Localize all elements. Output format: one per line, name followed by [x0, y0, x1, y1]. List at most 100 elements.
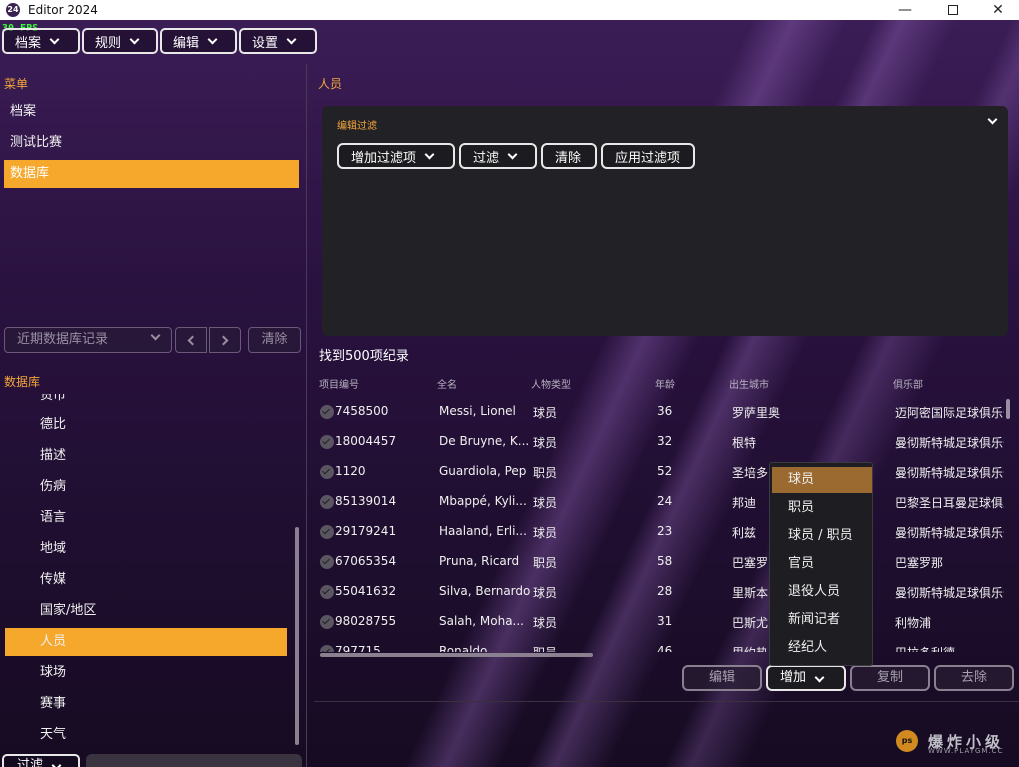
dropdown-item-player-staff[interactable]: 球员 / 职员: [772, 523, 872, 549]
cell-type: 职员: [533, 556, 558, 570]
table-row[interactable]: 67065354 Pruna, Ricard 职员 58 巴塞罗 巴塞罗那: [314, 546, 1004, 576]
db-item-language[interactable]: 语言: [5, 504, 287, 532]
column-header-birth-city[interactable]: 出生城市: [729, 376, 769, 391]
dropdown-item-player[interactable]: 球员: [772, 467, 872, 493]
db-item-weather[interactable]: 天气: [5, 721, 287, 749]
add-filter-label: 增加过滤项: [351, 150, 417, 166]
db-item-competition[interactable]: 赛事: [5, 690, 287, 718]
check-icon: [320, 585, 334, 599]
db-item-derby[interactable]: 德比: [5, 411, 287, 439]
history-back-button[interactable]: [175, 327, 207, 353]
menu-item-test-match[interactable]: 测试比赛: [4, 129, 299, 157]
db-item-region[interactable]: 地域: [5, 535, 287, 563]
cell-name: Messi, Lionel: [439, 404, 516, 418]
maximize-button[interactable]: [930, 0, 976, 20]
menu-section-label: 菜单: [4, 77, 29, 91]
check-icon: [320, 435, 334, 449]
top-menu-edit-label: 编辑: [173, 35, 200, 51]
db-item-currency[interactable]: 货币: [5, 394, 287, 410]
column-header-type[interactable]: 人物类型: [531, 376, 571, 391]
chevron-down-icon: [424, 149, 435, 159]
cell-club: 巴拉多利德: [895, 644, 1004, 652]
table-row[interactable]: 7458500 Messi, Lionel 球员 36 罗萨里奥 迈阿密国际足球…: [314, 396, 1004, 426]
check-icon: [320, 495, 334, 509]
cell-type: 球员: [533, 496, 558, 510]
people-table: 7458500 Messi, Lionel 球员 36 罗萨里奥 迈阿密国际足球…: [314, 396, 1004, 652]
menu-item-file[interactable]: 档案: [4, 98, 299, 126]
history-forward-button[interactable]: [209, 327, 241, 353]
bottom-filter-label: 过滤: [17, 758, 44, 767]
add-type-dropdown: 球员 职员 球员 / 职员 官员 退役人员 新闻记者 经纪人: [769, 462, 873, 666]
dropdown-item-journalist[interactable]: 新闻记者: [772, 607, 872, 633]
db-item-stadium[interactable]: 球场: [5, 659, 287, 687]
clear-recent-button[interactable]: 清除: [248, 327, 301, 353]
recent-database-select[interactable]: 近期数据库记录: [4, 327, 172, 353]
add-button[interactable]: 增加: [766, 665, 846, 691]
column-header-name[interactable]: 全名: [437, 376, 457, 391]
dropdown-item-staff[interactable]: 职员: [772, 495, 872, 521]
filter-label: 过滤: [473, 150, 500, 166]
table-row[interactable]: 797715 Ronaldo 职员 46 里约热 巴拉多利德: [314, 636, 1004, 652]
delete-button[interactable]: 去除: [934, 665, 1014, 691]
top-menu-settings[interactable]: 设置: [239, 28, 317, 54]
table-vertical-scrollbar[interactable]: [1006, 399, 1010, 419]
column-header-age[interactable]: 年龄: [655, 376, 675, 391]
top-menu-edit[interactable]: 编辑: [160, 28, 237, 54]
db-item-injury[interactable]: 伤病: [5, 473, 287, 501]
cell-club: 曼彻斯特城足球俱乐部: [895, 466, 1004, 480]
top-menu-file[interactable]: 档案: [2, 28, 80, 54]
copy-button[interactable]: 复制: [850, 665, 930, 691]
page-title: 人员: [318, 77, 343, 91]
edit-button[interactable]: 编辑: [682, 665, 762, 691]
table-row[interactable]: 1120 Guardiola, Pep 职员 52 圣培多 曼彻斯特城足球俱乐部: [314, 456, 1004, 486]
dropdown-item-retired[interactable]: 退役人员: [772, 579, 872, 605]
collapse-chevron-icon[interactable]: [987, 114, 998, 125]
cell-id: 1120: [335, 464, 366, 478]
database-list-scrollbar[interactable]: [295, 527, 299, 745]
filter-button[interactable]: 过滤: [459, 143, 537, 169]
cell-name: Salah, Moha...: [439, 614, 524, 628]
clear-filter-button[interactable]: 清除: [541, 143, 597, 169]
cell-club: 曼彻斯特城足球俱乐部: [895, 526, 1004, 540]
cell-age: 31: [657, 614, 673, 628]
dropdown-item-official[interactable]: 官员: [772, 551, 872, 577]
table-row[interactable]: 29179241 Haaland, Erli... 球员 23 利兹 曼彻斯特城…: [314, 516, 1004, 546]
chevron-down-icon: [129, 34, 140, 44]
table-horizontal-scrollbar[interactable]: [320, 653, 593, 657]
chevron-down-icon: [286, 34, 297, 44]
column-header-id[interactable]: 项目编号: [319, 376, 359, 391]
cell-club: 利物浦: [895, 616, 932, 630]
minimize-button[interactable]: —: [882, 0, 928, 20]
chevron-down-icon: [507, 149, 518, 159]
top-menu-rules-label: 规则: [95, 35, 122, 51]
cell-age: 46: [657, 644, 673, 652]
cell-age: 58: [657, 554, 673, 568]
bottom-filter-button[interactable]: 过滤: [2, 754, 80, 767]
watermark-logo-icon: ps: [896, 730, 918, 752]
filter-panel: 编辑过滤 增加过滤项 过滤 清除 应用过滤项: [322, 106, 1008, 336]
menu-item-database[interactable]: 数据库: [4, 160, 299, 188]
table-row[interactable]: 18004457 De Bruyne, K... 球员 32 根特 曼彻斯特城足…: [314, 426, 1004, 456]
watermark-url: WWW.PLAYGM.CC: [928, 747, 1004, 755]
table-row[interactable]: 98028755 Salah, Moha... 球员 31 巴斯尤 利物浦: [314, 606, 1004, 636]
title-bar: 24 Editor 2024 — ✕: [0, 0, 1019, 20]
top-menu-rules[interactable]: 规则: [82, 28, 158, 54]
table-row[interactable]: 85139014 Mbappé, Kyli... 球员 24 邦迪 巴黎圣日耳曼…: [314, 486, 1004, 516]
left-panel: 菜单 档案 测试比赛 数据库 近期数据库记录 清除 数据库 货币 德比 描述 伤…: [0, 64, 306, 767]
check-icon: [320, 405, 334, 419]
close-button[interactable]: ✕: [975, 0, 1019, 20]
cell-id: 85139014: [335, 494, 397, 508]
db-item-description[interactable]: 描述: [5, 442, 287, 470]
add-button-label: 增加: [780, 670, 807, 685]
column-header-club[interactable]: 俱乐部: [893, 376, 923, 391]
apply-filter-button[interactable]: 应用过滤项: [601, 143, 695, 169]
db-item-media[interactable]: 传媒: [5, 566, 287, 594]
dropdown-item-agent[interactable]: 经纪人: [772, 635, 872, 661]
table-row[interactable]: 55041632 Silva, Bernardo 球员 28 里斯本 曼彻斯特城…: [314, 576, 1004, 606]
cell-name: De Bruyne, K...: [439, 434, 530, 448]
db-item-nation[interactable]: 国家/地区: [5, 597, 287, 625]
chevron-down-icon: [207, 34, 218, 44]
db-item-people[interactable]: 人员: [5, 628, 287, 656]
cell-name: Silva, Bernardo: [439, 584, 531, 598]
add-filter-button[interactable]: 增加过滤项: [337, 143, 455, 169]
